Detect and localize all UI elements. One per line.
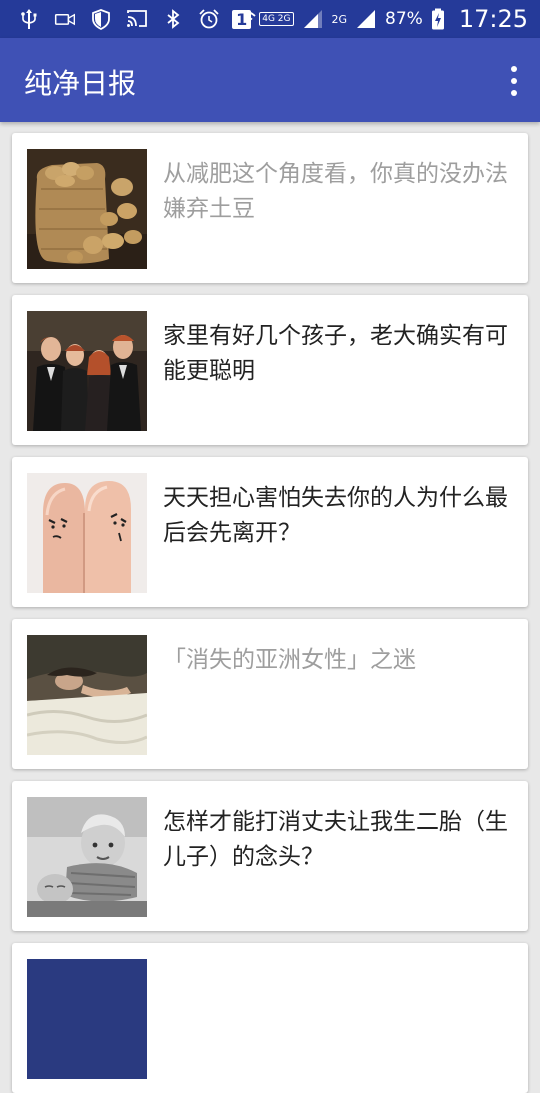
finger-faces-photo (27, 473, 147, 593)
menu-dot (511, 90, 517, 96)
sim-slot-indicator: 1 (232, 9, 252, 29)
news-card[interactable]: 家里有好几个孩子，老大确实有可能更聪明 (12, 295, 528, 445)
news-headline: 家里有好几个孩子，老大确实有可能更聪明 (163, 323, 508, 384)
news-card[interactable]: 天天担心害怕失去你的人为什么最后会先离开？ (12, 457, 528, 607)
siblings-group-photo (27, 311, 147, 431)
babies-photo (27, 797, 147, 917)
news-headline: 从减肥这个角度看，你真的没办法嫌弃土豆 (163, 161, 508, 222)
thumbnail-partial (27, 959, 147, 1079)
menu-dot (511, 66, 517, 72)
video-icon (54, 8, 76, 30)
news-headline: 怎样才能打消丈夫让我生二胎（生儿子）的念头？ (163, 809, 508, 870)
news-card[interactable]: 从减肥这个角度看，你真的没办法嫌弃土豆 (12, 133, 528, 283)
network-2g-label: 2G (331, 12, 348, 26)
news-card[interactable] (12, 943, 528, 1093)
alarm-icon (198, 8, 220, 30)
news-headline: 天天担心害怕失去你的人为什么最后会先离开？ (163, 485, 508, 546)
signal-icon (302, 8, 324, 30)
sleeping-woman-photo (27, 635, 147, 755)
potato-sack-photo (27, 149, 147, 269)
notification-icons (18, 7, 256, 31)
network-type-badge: 4G 2G (259, 12, 294, 26)
menu-dot (511, 78, 517, 84)
more-vert-icon[interactable] (508, 66, 520, 96)
battery-percent: 87% (385, 9, 423, 29)
system-icons: 1 4G 2G 2G 87% 17:25 (232, 5, 528, 33)
app-bar: 纯净日报 (0, 38, 540, 122)
battery-charging-icon (431, 8, 445, 30)
clock: 17:25 (458, 5, 528, 33)
shield-icon (90, 8, 112, 30)
app-title: 纯净日报 (24, 67, 137, 100)
status-bar: 1 4G 2G 2G 87% 17:25 (0, 0, 540, 38)
signal-icon (355, 8, 377, 30)
news-feed-list[interactable]: 从减肥这个角度看，你真的没办法嫌弃土豆 家里有好几个孩子，老大确实有可能更聪明 … (0, 122, 540, 1093)
usb-icon (18, 8, 40, 30)
news-card[interactable]: 「消失的亚洲女性」之迷 (12, 619, 528, 769)
news-headline: 「消失的亚洲女性」之迷 (163, 647, 416, 673)
bluetooth-icon (162, 8, 184, 30)
news-card[interactable]: 怎样才能打消丈夫让我生二胎（生儿子）的念头？ (12, 781, 528, 931)
cast-icon (126, 8, 148, 30)
